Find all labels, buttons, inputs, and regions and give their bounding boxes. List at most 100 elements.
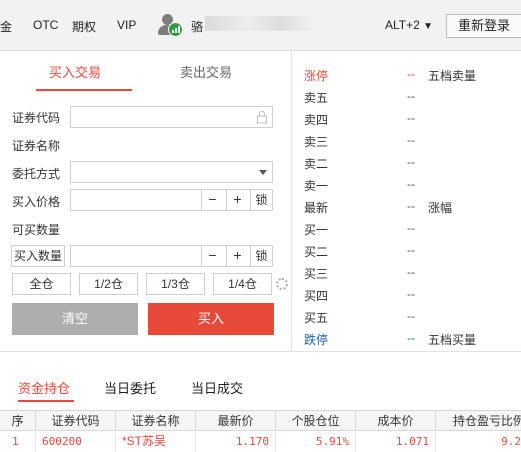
cell-name: *ST苏吴 xyxy=(116,431,196,452)
bid5-value: -- xyxy=(407,309,415,323)
buy-button[interactable]: 买入 xyxy=(148,303,274,335)
active-tab-indicator xyxy=(36,89,132,91)
qty-increase-button[interactable]: + xyxy=(226,246,248,266)
user-name: 骆 xyxy=(191,20,204,34)
order-book-row-latest: 最新 -- 涨幅 xyxy=(293,194,521,216)
position-half-button[interactable]: 1/2仓 xyxy=(79,273,138,295)
order-book-panel: 涨停 -- 五档卖量 卖五 -- 卖四 -- 卖三 -- 卖二 -- 卖一 --… xyxy=(293,51,521,351)
tab-holdings[interactable]: 资金持仓 xyxy=(18,378,70,397)
gear-icon[interactable] xyxy=(276,278,288,290)
cell-position-ratio: 5.91% xyxy=(276,431,356,452)
column-header-pnl-ratio[interactable]: 持仓盈亏比例 xyxy=(436,411,521,431)
bid4-label: 买四 xyxy=(304,289,329,303)
price-label: 买入价格 xyxy=(12,195,61,209)
ask5-label: 卖五 xyxy=(304,91,329,105)
menu-item-gold[interactable]: 金 xyxy=(0,18,12,35)
cell-latest-price: 1.170 xyxy=(196,431,276,452)
order-book-row-limit-up: 涨停 -- 五档卖量 xyxy=(293,62,521,84)
relogin-button[interactable]: 重新登录 xyxy=(446,14,521,38)
ask1-value: -- xyxy=(407,177,415,191)
qty-lock-button[interactable]: 锁 xyxy=(250,246,272,266)
buy-quantity-label-button[interactable]: 买入数量 xyxy=(11,245,65,267)
hotkey-value: ALT+2 xyxy=(385,18,420,32)
menu-item-otc[interactable]: OTC xyxy=(33,18,58,32)
chevron-down-icon xyxy=(259,170,267,175)
order-book-row: 买二 -- xyxy=(293,238,521,260)
ask5-value: -- xyxy=(407,89,415,103)
buy-quantity-input[interactable]: − + 锁 xyxy=(70,245,273,267)
bid4-value: -- xyxy=(407,287,415,301)
order-type-select[interactable] xyxy=(70,161,273,183)
bid1-value: -- xyxy=(407,221,415,235)
tab-today-trades[interactable]: 当日成交 xyxy=(191,378,243,397)
bid3-value: -- xyxy=(407,265,415,279)
change-pct-label: 涨幅 xyxy=(428,201,453,215)
column-header-position-ratio[interactable]: 个股仓位 xyxy=(276,411,356,431)
lock-icon xyxy=(257,111,267,124)
order-book-row: 买三 -- xyxy=(293,260,521,282)
tab-today-orders[interactable]: 当日委托 xyxy=(104,378,156,397)
ask3-label: 卖三 xyxy=(304,135,329,149)
top-menu-bar: 金 OTC 期权 VIP 骆 ALT+2 ▼ 重新登录 xyxy=(0,0,521,51)
limit-up-label: 涨停 xyxy=(304,69,329,83)
sell-volume-header: 五档卖量 xyxy=(428,69,477,83)
cell-code: 600200 xyxy=(36,431,116,452)
menu-item-vip[interactable]: VIP xyxy=(117,18,136,32)
bid1-label: 买一 xyxy=(304,223,329,237)
order-book-row: 卖二 -- xyxy=(293,150,521,172)
ask1-label: 卖一 xyxy=(304,179,329,193)
column-header-index[interactable]: 序 xyxy=(0,411,36,431)
position-quarter-button[interactable]: 1/4仓 xyxy=(213,273,272,295)
bid5-label: 买五 xyxy=(304,311,329,325)
order-book-row: 卖一 -- xyxy=(293,172,521,194)
buy-volume-header: 五档买量 xyxy=(428,333,477,347)
position-third-button[interactable]: 1/3仓 xyxy=(146,273,205,295)
tab-buy[interactable]: 买入交易 xyxy=(49,62,101,81)
column-header-cost-price[interactable]: 成本价 xyxy=(356,411,436,431)
holdings-table-header: 序 证券代码 证券名称 最新价 个股仓位 成本价 持仓盈亏比例 xyxy=(0,410,521,431)
limit-down-value: -- xyxy=(407,331,415,345)
user-name-redacted xyxy=(205,16,313,31)
order-book-row-limit-down: 跌停 -- 五档买量 xyxy=(293,326,521,348)
column-header-code[interactable]: 证券代码 xyxy=(36,411,116,431)
name-label: 证券名称 xyxy=(12,139,61,153)
limit-down-label: 跌停 xyxy=(304,333,329,347)
security-code-input[interactable] xyxy=(70,106,273,128)
cell-cost-price: 1.071 xyxy=(356,431,436,452)
price-lock-button[interactable]: 锁 xyxy=(250,190,272,210)
menu-item-options[interactable]: 期权 xyxy=(72,18,96,35)
ask4-label: 卖四 xyxy=(304,113,329,127)
ask3-value: -- xyxy=(407,133,415,147)
table-row[interactable]: 1 600200 *ST苏吴 1.170 5.91% 1.071 9.2 xyxy=(0,431,521,452)
order-type-label: 委托方式 xyxy=(12,167,61,181)
price-decrease-button[interactable]: − xyxy=(201,190,223,210)
price-increase-button[interactable]: + xyxy=(226,190,248,210)
buy-price-input[interactable]: − + 锁 xyxy=(70,189,273,211)
signal-badge-icon xyxy=(168,22,183,37)
qty-decrease-button[interactable]: − xyxy=(201,246,223,266)
order-book-row: 买一 -- xyxy=(293,216,521,238)
chevron-down-icon: ▼ xyxy=(423,21,434,32)
column-header-latest-price[interactable]: 最新价 xyxy=(196,411,276,431)
code-label: 证券代码 xyxy=(12,111,61,125)
cell-index: 1 xyxy=(0,431,36,452)
bid2-value: -- xyxy=(407,243,415,257)
position-full-button[interactable]: 全仓 xyxy=(12,273,71,295)
clear-button[interactable]: 清空 xyxy=(12,303,138,335)
buyable-qty-label: 可买数量 xyxy=(12,223,61,237)
hotkey-select[interactable]: ALT+2 ▼ xyxy=(385,18,433,32)
order-book-row: 卖四 -- xyxy=(293,106,521,128)
order-form-panel: 买入交易 卖出交易 证券代码 证券名称 委托方式 买入价格 − + 锁 可买数量… xyxy=(0,51,292,351)
order-book-row: 卖五 -- xyxy=(293,84,521,106)
column-header-name[interactable]: 证券名称 xyxy=(116,411,196,431)
latest-value: -- xyxy=(407,199,415,213)
latest-label: 最新 xyxy=(304,201,329,215)
bid3-label: 买三 xyxy=(304,267,329,281)
tab-sell[interactable]: 卖出交易 xyxy=(180,62,232,81)
cell-pnl-ratio: 9.2 xyxy=(501,435,521,448)
section-divider xyxy=(0,351,521,352)
order-book-row: 卖三 -- xyxy=(293,128,521,150)
limit-up-value: -- xyxy=(407,67,415,81)
user-avatar-icon[interactable] xyxy=(158,14,188,38)
ask2-value: -- xyxy=(407,155,415,169)
